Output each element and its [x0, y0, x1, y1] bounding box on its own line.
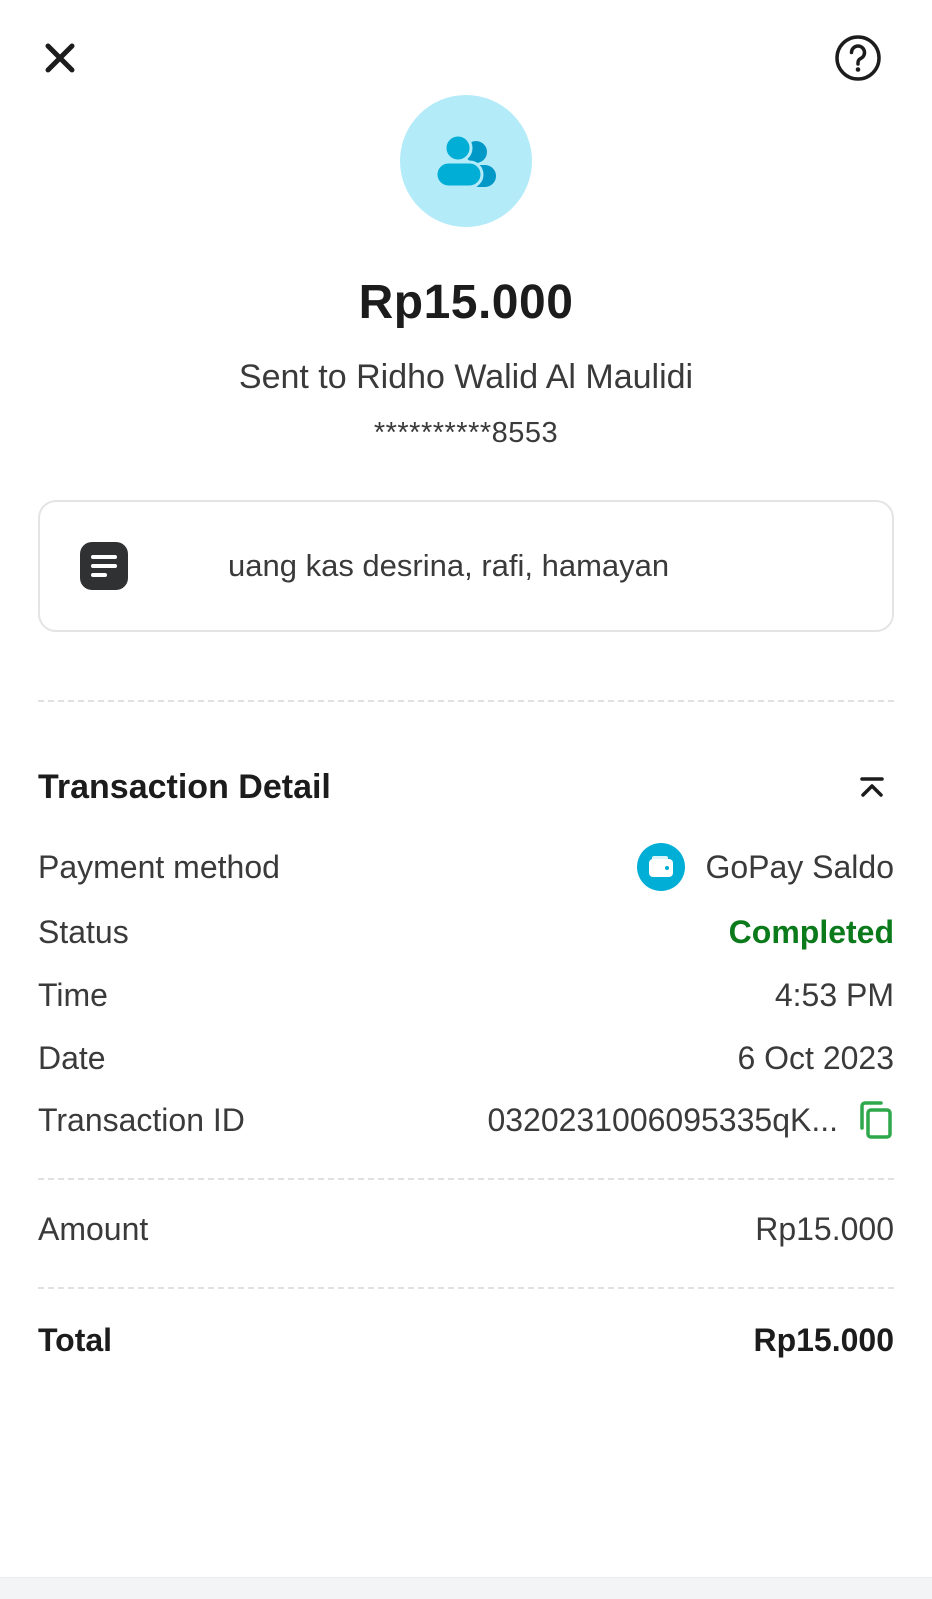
close-button[interactable] [36, 34, 84, 82]
divider [38, 1178, 894, 1180]
recipient-account-number: **********8553 [373, 417, 559, 449]
chevron-up-double-icon [860, 777, 884, 797]
payment-method-value-group: GoPay Saldo [637, 843, 894, 891]
date-label: Date [38, 1039, 106, 1076]
wallet-icon [637, 843, 686, 891]
transfer-note-text: uang kas desrina, rafi, hamayan [228, 548, 670, 583]
transfer-amount: Rp15.000 [358, 276, 574, 329]
collapse-details-button[interactable] [850, 765, 894, 809]
transaction-id-label: Transaction ID [38, 1101, 245, 1138]
top-bar [36, 30, 882, 86]
status-row: Status Completed [38, 910, 894, 954]
transaction-id-value-group: 0320231006095335qK... [487, 1100, 894, 1140]
amount-row: Amount Rp15.000 [38, 1207, 894, 1251]
amount-label: Amount [38, 1210, 149, 1247]
time-row: Time 4:53 PM [38, 973, 894, 1017]
divider [38, 700, 894, 702]
payment-method-label: Payment method [38, 848, 280, 885]
transfer-note-card: uang kas desrina, rafi, hamayan [38, 500, 894, 632]
copy-icon [860, 1101, 892, 1139]
transaction-receipt-page: Rp15.000 Sent to Ridho Walid Al Maulidi … [0, 0, 932, 1599]
section-title: Transaction Detail [38, 767, 331, 806]
date-value: 6 Oct 2023 [737, 1039, 894, 1076]
note-icon [80, 542, 128, 590]
recipient-name: Sent to Ridho Walid Al Maulidi [238, 358, 694, 396]
total-value: Rp15.000 [753, 1321, 894, 1358]
amount-value: Rp15.000 [755, 1210, 894, 1247]
bottom-sheet-edge [0, 1577, 932, 1599]
payment-method-value: GoPay Saldo [705, 848, 894, 885]
copy-transaction-id-button[interactable] [858, 1100, 894, 1140]
transaction-detail-header: Transaction Detail [38, 765, 894, 809]
users-icon [434, 133, 496, 189]
total-label: Total [38, 1321, 113, 1358]
help-circle-icon [835, 35, 881, 81]
time-label: Time [38, 976, 108, 1013]
hero-section: Rp15.000 Sent to Ridho Walid Al Maulidi … [0, 95, 932, 450]
status-label: Status [38, 913, 129, 950]
close-icon [45, 43, 75, 73]
transaction-id-row: Transaction ID 0320231006095335qK... [38, 1098, 894, 1142]
time-value: 4:53 PM [774, 976, 894, 1013]
payment-method-row: Payment method GoPay Saldo [38, 843, 894, 891]
status-value: Completed [728, 913, 894, 950]
date-row: Date 6 Oct 2023 [38, 1036, 894, 1080]
help-button[interactable] [834, 34, 882, 82]
transaction-id-value: 0320231006095335qK... [487, 1101, 838, 1138]
total-row: Total Rp15.000 [38, 1318, 894, 1362]
recipient-avatar [400, 95, 532, 227]
divider [38, 1287, 894, 1289]
